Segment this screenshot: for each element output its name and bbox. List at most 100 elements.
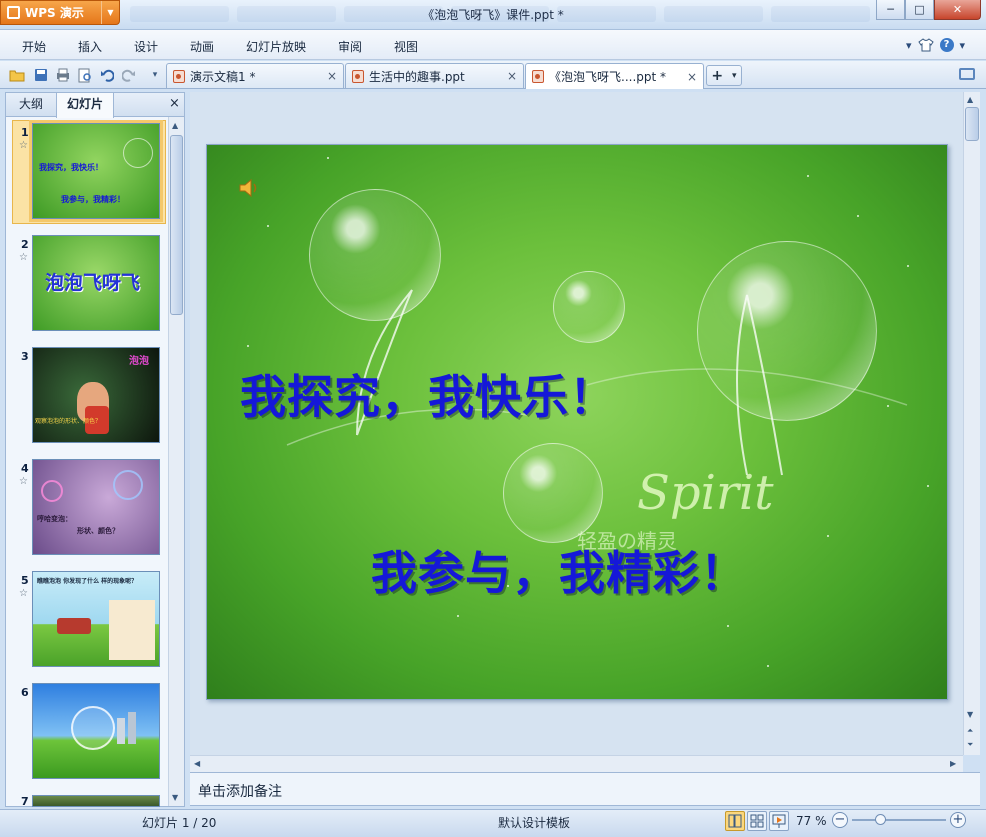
print-icon[interactable]	[55, 67, 71, 83]
ppt-file-icon	[532, 70, 544, 83]
menu-bar: 开始 插入 设计 动画 幻灯片放映 审阅 视图 ▾ ? ▾	[0, 30, 986, 60]
zoom-slider-track[interactable]	[852, 819, 946, 821]
thumb-text: 哼哈变泡：	[37, 515, 72, 523]
editor-horizontal-scrollbar[interactable]: ◀ ▶	[190, 755, 963, 772]
slide-line-2[interactable]: 我参与，我精彩！	[371, 537, 747, 603]
customize-toolbar-icon[interactable]: ▾	[147, 67, 163, 83]
thumb-text: 我探究，我快乐！	[39, 163, 103, 172]
menu-right-tools: ▾ ? ▾	[906, 38, 965, 52]
plus-icon: +	[711, 67, 724, 84]
menu-design[interactable]: 设计	[134, 38, 158, 55]
help-icon[interactable]: ?	[939, 38, 954, 52]
design-template-name[interactable]: 默认设计模板	[498, 814, 570, 831]
window-controls: ─ □ ✕	[876, 0, 981, 20]
menu-animation[interactable]: 动画	[190, 38, 214, 55]
tab-close-icon[interactable]: ×	[679, 70, 697, 84]
slide-thumbnail[interactable]	[32, 795, 160, 807]
menu-insert[interactable]: 插入	[78, 38, 102, 55]
thumb-number: 4	[21, 462, 29, 475]
slideshow-view-button[interactable]	[769, 811, 789, 831]
animation-star-icon: ☆	[19, 252, 28, 263]
doc-tab-label: 《泡泡飞呀飞....ppt *	[549, 70, 667, 84]
help-dropdown-icon[interactable]: ▾	[960, 39, 966, 52]
editor-scroll-thumb[interactable]	[965, 107, 979, 141]
slide-sorter-view-button[interactable]	[747, 811, 767, 831]
zoom-level[interactable]: 77 %	[796, 814, 827, 828]
speaker-icon[interactable]	[237, 177, 259, 199]
tab-outline[interactable]: 大纲	[6, 93, 56, 117]
doc-tab-3-active[interactable]: 《泡泡飞呀飞....ppt * ×	[525, 63, 704, 89]
doc-tab-2[interactable]: 生活中的趣事.ppt ×	[345, 63, 524, 88]
notes-pane[interactable]: 单击添加备注	[190, 772, 980, 806]
scroll-up-icon[interactable]: ▲	[172, 121, 178, 130]
panel-scrollbar[interactable]: ▲ ▼	[168, 117, 184, 806]
menu-slideshow[interactable]: 幻灯片放映	[246, 38, 306, 55]
thumb-number: 3	[21, 350, 29, 363]
tab-close-icon[interactable]: ×	[319, 69, 337, 83]
window-title: 《泡泡飞呀飞》课件.ppt *	[422, 8, 564, 22]
slide-thumbnail[interactable]: 泡泡飞呀飞	[32, 235, 160, 331]
slide-thumbnail[interactable]: 泡泡 观察泡泡的形状、颜色？	[32, 347, 160, 443]
thumb-number: 7	[21, 795, 29, 808]
thumb-number: 5	[21, 574, 29, 587]
slide-thumbnail[interactable]: 我探究，我快乐！ 我参与，我精彩！	[32, 123, 160, 219]
thumb-text: 观察泡泡的形状、颜色？	[35, 418, 102, 425]
bubble-decor	[71, 706, 115, 750]
doc-tab-label: 演示文稿1 *	[190, 69, 256, 84]
menu-review[interactable]: 审阅	[338, 38, 362, 55]
thumb-text: 我参与，我精彩！	[61, 195, 125, 204]
ribbon-collapse-icon[interactable]: ▾	[906, 39, 912, 52]
thumb-text: 泡泡	[129, 356, 149, 367]
building-decor	[128, 712, 136, 744]
new-tab-button[interactable]: + ▾	[706, 65, 742, 86]
spirit-decor-text: Spirit	[637, 465, 774, 521]
next-slide-icon[interactable]: ⏷	[967, 740, 973, 750]
slide-canvas[interactable]: Spirit 轻盈の精灵 我探究，我快乐！ 我参与，我精彩！	[206, 144, 948, 700]
minimize-button[interactable]: ─	[876, 0, 905, 20]
redo-icon[interactable]	[121, 67, 137, 83]
normal-view-icon	[728, 814, 742, 828]
doc-tab-1[interactable]: 演示文稿1 * ×	[166, 63, 344, 88]
menu-home[interactable]: 开始	[22, 38, 46, 55]
slide-thumbnail[interactable]: 哼哈变泡： 形状、颜色？	[32, 459, 160, 555]
print-preview-icon[interactable]	[77, 67, 93, 83]
notes-placeholder[interactable]: 单击添加备注	[198, 781, 282, 801]
undo-icon[interactable]	[99, 67, 115, 83]
panel-scroll-thumb[interactable]	[170, 135, 183, 315]
slide-thumbnail[interactable]	[32, 683, 160, 779]
thumb-text: 瞧瞧泡泡 你发现了什么 样的现象呢？	[37, 578, 138, 585]
slide-line-1[interactable]: 我探究，我快乐！	[240, 361, 616, 427]
tab-close-icon[interactable]: ×	[499, 69, 517, 83]
slides-panel: 大纲 幻灯片 × 1 ☆ 我探究，我快乐！ 我参与，我精彩！ 2 ☆ 泡泡飞呀飞…	[5, 92, 185, 808]
save-icon[interactable]	[33, 67, 49, 83]
scroll-down-icon[interactable]: ▼	[172, 793, 178, 802]
zoom-out-button[interactable]: −	[832, 812, 848, 828]
ppt-file-icon	[173, 69, 185, 83]
skin-shirt-icon[interactable]	[917, 38, 934, 52]
zoom-slider-knob[interactable]	[874, 814, 886, 825]
animation-star-icon: ☆	[19, 588, 28, 599]
zoom-in-button[interactable]: +	[950, 812, 966, 828]
bubble-decor	[41, 480, 63, 502]
scroll-down-icon[interactable]: ▼	[967, 710, 973, 719]
menu-view[interactable]: 视图	[394, 38, 418, 55]
maximize-button[interactable]: □	[905, 0, 934, 20]
editor-vertical-scrollbar[interactable]: ▲ ▼ ⏶ ⏷	[963, 92, 980, 755]
close-panel-icon[interactable]: ×	[169, 96, 180, 111]
scroll-left-icon[interactable]: ◀	[194, 759, 200, 768]
slide-thumbnail[interactable]: 瞧瞧泡泡 你发现了什么 样的现象呢？	[32, 571, 160, 667]
normal-view-button[interactable]	[725, 811, 745, 831]
thumb-number: 2	[21, 238, 29, 251]
scroll-right-icon[interactable]: ▶	[950, 759, 956, 768]
window-layout-icon[interactable]	[959, 68, 975, 80]
slide-counter: 幻灯片 1 / 20	[142, 816, 217, 830]
prev-slide-icon[interactable]: ⏶	[967, 726, 973, 736]
open-folder-icon[interactable]	[9, 67, 25, 83]
tab-slides[interactable]: 幻灯片	[56, 93, 114, 118]
bench-photo	[57, 618, 91, 634]
scroll-up-icon[interactable]: ▲	[967, 95, 973, 104]
chevron-down-icon: ▾	[732, 70, 737, 81]
animation-star-icon: ☆	[19, 476, 28, 487]
thumb-text: 形状、颜色？	[77, 527, 119, 535]
close-button[interactable]: ✕	[934, 0, 981, 20]
